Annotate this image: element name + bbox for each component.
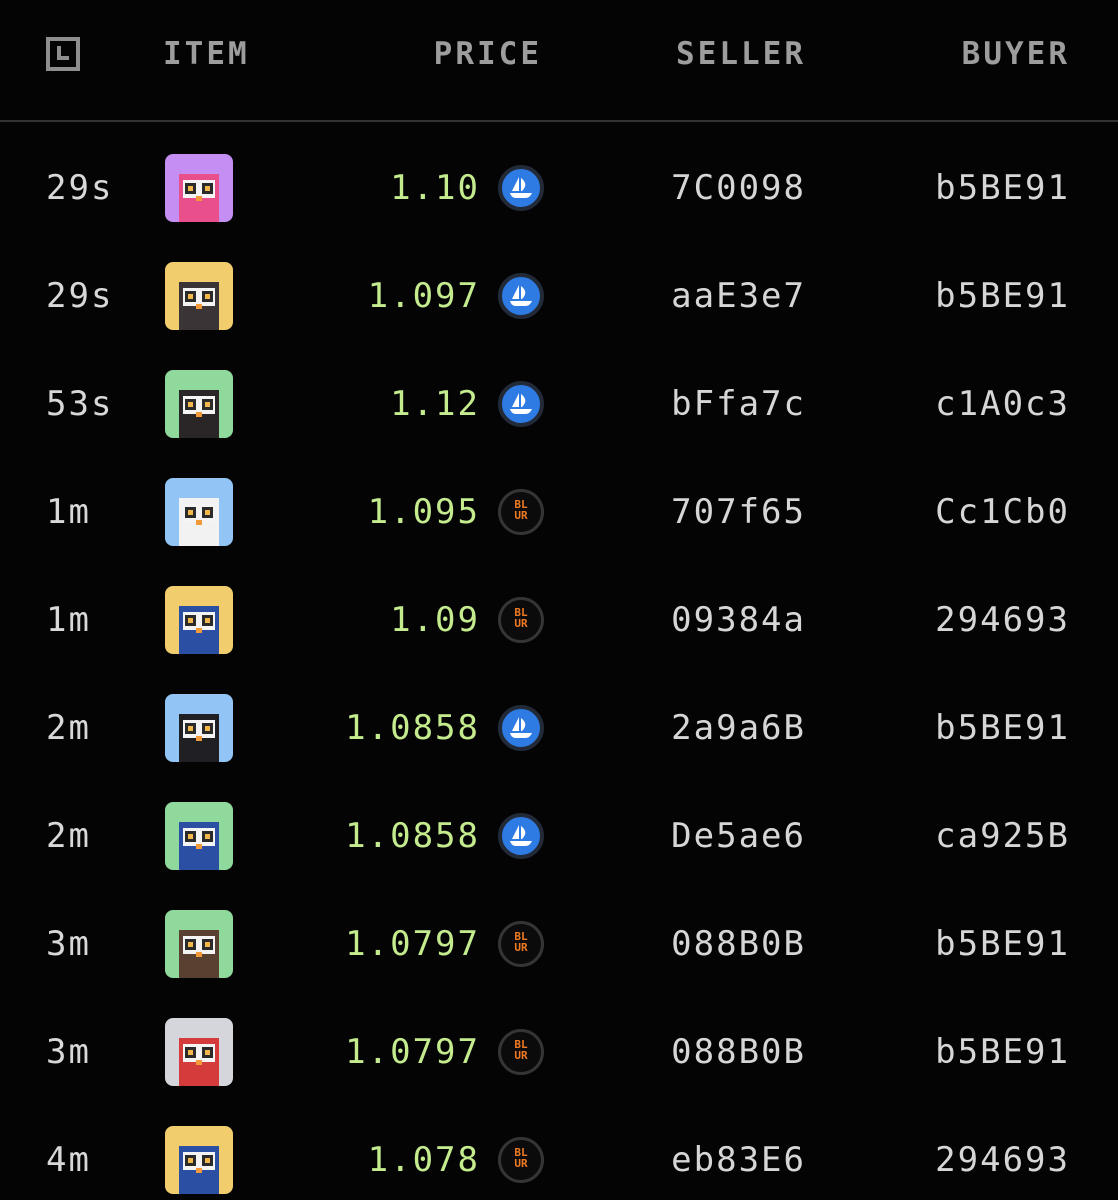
- buyer-address[interactable]: b5BE91: [935, 704, 1070, 752]
- sale-time: 2m: [46, 816, 91, 856]
- sale-price: 1.0797: [345, 1032, 480, 1072]
- table-row[interactable]: 3m 1.0797 BL UR 088B0B b5BE91: [0, 998, 1118, 1106]
- table-row[interactable]: 1m 1.095 BL UR 707f65 Cc1Cb0: [0, 458, 1118, 566]
- table-row[interactable]: 29s 1.10 7C0098 b5BE91: [0, 134, 1118, 242]
- sale-time: 29s: [46, 276, 114, 316]
- column-header-buyer[interactable]: BUYER: [962, 34, 1070, 74]
- clock-square-icon[interactable]: [46, 37, 80, 71]
- sale-time: 1m: [46, 492, 91, 532]
- blur-icon-text-bottom: UR: [514, 617, 528, 630]
- item-avatar[interactable]: [165, 910, 233, 978]
- buyer-address[interactable]: Cc1Cb0: [935, 488, 1070, 536]
- blur-icon[interactable]: BL UR: [498, 921, 544, 967]
- table-row[interactable]: 2m 1.0858 2a9a6B b5BE91: [0, 674, 1118, 782]
- column-header-item[interactable]: ITEM: [163, 34, 250, 74]
- seller-address[interactable]: eb83E6: [671, 1136, 806, 1184]
- sale-time: 3m: [46, 924, 91, 964]
- item-avatar[interactable]: [165, 370, 233, 438]
- opensea-icon[interactable]: [498, 381, 544, 427]
- opensea-icon[interactable]: [498, 705, 544, 751]
- sale-price: 1.0858: [345, 708, 480, 748]
- column-header-price[interactable]: PRICE: [434, 34, 542, 74]
- table-row[interactable]: 3m 1.0797 BL UR 088B0B b5BE91: [0, 890, 1118, 998]
- sale-time: 2m: [46, 708, 91, 748]
- column-header-seller[interactable]: SELLER: [676, 34, 806, 74]
- sale-price: 1.0858: [345, 816, 480, 856]
- seller-address[interactable]: 2a9a6B: [671, 704, 806, 752]
- sale-time: 29s: [46, 168, 114, 208]
- seller-address[interactable]: 088B0B: [671, 1028, 806, 1076]
- sale-price: 1.09: [390, 600, 480, 640]
- seller-address[interactable]: aaE3e7: [671, 272, 806, 320]
- item-avatar[interactable]: [165, 1126, 233, 1194]
- table-row[interactable]: 1m 1.09 BL UR 09384a 294693: [0, 566, 1118, 674]
- blur-icon[interactable]: BL UR: [498, 597, 544, 643]
- sale-price: 1.0797: [345, 924, 480, 964]
- blur-icon[interactable]: BL UR: [498, 1137, 544, 1183]
- buyer-address[interactable]: 294693: [935, 596, 1070, 644]
- buyer-address[interactable]: 294693: [935, 1136, 1070, 1184]
- sale-time: 4m: [46, 1140, 91, 1180]
- opensea-icon[interactable]: [498, 813, 544, 859]
- table-row[interactable]: 29s 1.097 aaE3e7 b5BE91: [0, 242, 1118, 350]
- buyer-address[interactable]: b5BE91: [935, 1028, 1070, 1076]
- seller-address[interactable]: De5ae6: [671, 812, 806, 860]
- item-avatar[interactable]: [165, 802, 233, 870]
- seller-address[interactable]: bFfa7c: [671, 380, 806, 428]
- sale-time: 53s: [46, 384, 114, 424]
- item-avatar[interactable]: [165, 262, 233, 330]
- sale-price: 1.078: [367, 1140, 480, 1180]
- buyer-address[interactable]: b5BE91: [935, 272, 1070, 320]
- sale-price: 1.097: [367, 276, 480, 316]
- opensea-icon[interactable]: [498, 165, 544, 211]
- blur-icon-text-bottom: UR: [514, 941, 528, 954]
- sales-table: ITEM PRICE SELLER BUYER 29s 1.10 7C0098 b5B…: [0, 0, 1118, 1200]
- sale-price: 1.10: [390, 168, 480, 208]
- sale-time: 3m: [46, 1032, 91, 1072]
- sale-price: 1.095: [367, 492, 480, 532]
- buyer-address[interactable]: b5BE91: [935, 164, 1070, 212]
- item-avatar[interactable]: [165, 586, 233, 654]
- sale-time: 1m: [46, 600, 91, 640]
- blur-icon[interactable]: BL UR: [498, 1029, 544, 1075]
- table-row[interactable]: 53s 1.12 bFfa7c c1A0c3: [0, 350, 1118, 458]
- item-avatar[interactable]: [165, 1018, 233, 1086]
- seller-address[interactable]: 09384a: [671, 596, 806, 644]
- seller-address[interactable]: 088B0B: [671, 920, 806, 968]
- opensea-icon[interactable]: [498, 273, 544, 319]
- item-avatar[interactable]: [165, 154, 233, 222]
- sale-price: 1.12: [390, 384, 480, 424]
- blur-icon[interactable]: BL UR: [498, 489, 544, 535]
- item-avatar[interactable]: [165, 694, 233, 762]
- table-row[interactable]: 2m 1.0858 De5ae6 ca925B: [0, 782, 1118, 890]
- buyer-address[interactable]: c1A0c3: [935, 380, 1070, 428]
- table-header: ITEM PRICE SELLER BUYER: [0, 0, 1118, 122]
- item-avatar[interactable]: [165, 478, 233, 546]
- seller-address[interactable]: 707f65: [671, 488, 806, 536]
- blur-icon-text-bottom: UR: [514, 509, 528, 522]
- table-row[interactable]: 4m 1.078 BL UR eb83E6 294693: [0, 1106, 1118, 1200]
- seller-address[interactable]: 7C0098: [671, 164, 806, 212]
- buyer-address[interactable]: ca925B: [935, 812, 1070, 860]
- buyer-address[interactable]: b5BE91: [935, 920, 1070, 968]
- blur-icon-text-bottom: UR: [514, 1157, 528, 1170]
- blur-icon-text-bottom: UR: [514, 1049, 528, 1062]
